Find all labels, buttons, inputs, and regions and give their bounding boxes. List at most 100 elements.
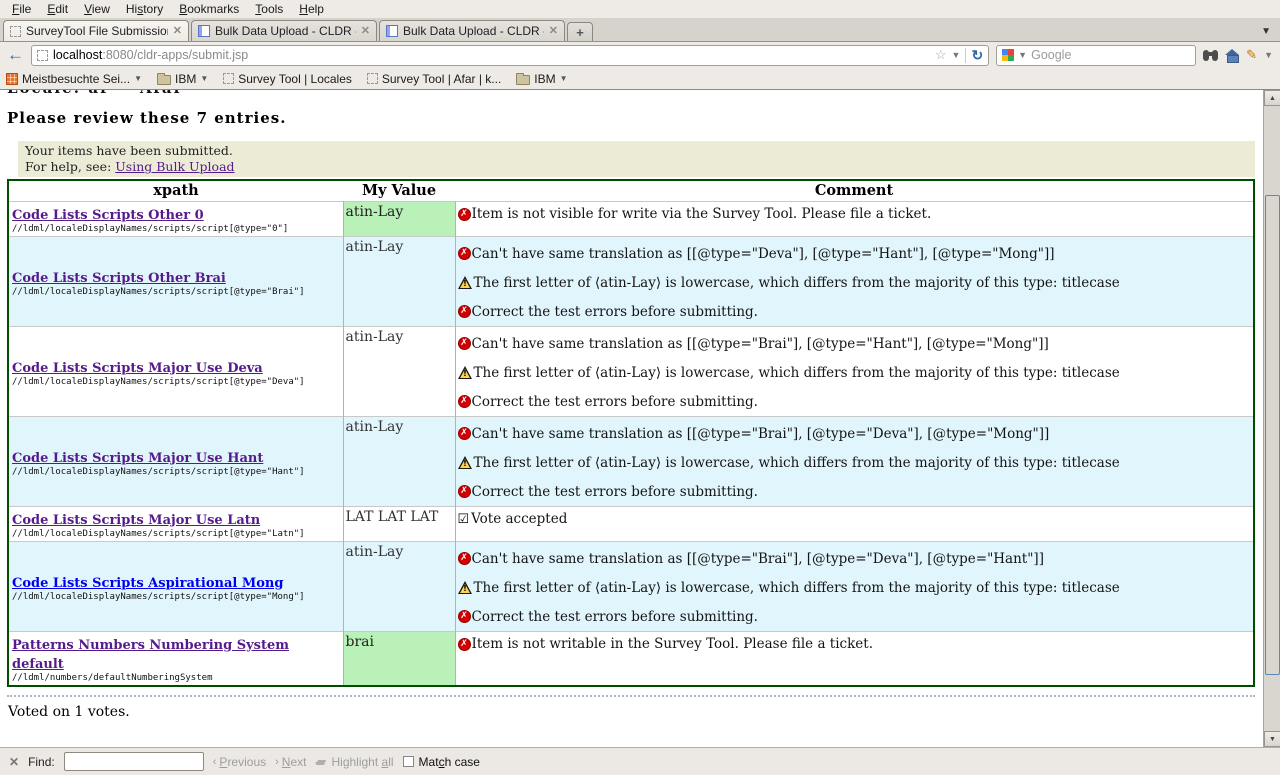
bookmark-item[interactable]: Survey Tool | Locales — [223, 72, 352, 86]
xpath-link[interactable]: Code Lists Scripts Major Use Hant — [12, 451, 263, 466]
bookmark-item[interactable]: IBM▼ — [516, 72, 567, 86]
back-icon[interactable]: ← — [7, 46, 24, 64]
tab-3[interactable]: Bulk Data Upload - CLDR - Un... ✕ — [379, 20, 565, 41]
xpath-cell: Code Lists Scripts Major Use Hant//ldml/… — [8, 417, 343, 507]
find-previous-button[interactable]: ‹Previous — [213, 755, 266, 769]
menu-tools[interactable]: Tools — [247, 1, 291, 17]
xpath-link[interactable]: Code Lists Scripts Aspirational Mong — [12, 576, 283, 591]
tab-2[interactable]: Bulk Data Upload - CLDR - Un... ✕ — [191, 20, 377, 41]
vertical-scrollbar[interactable]: ▲ ▼ — [1263, 90, 1280, 747]
value-cell: atin-Lay — [343, 417, 455, 507]
xpath-path: //ldml/localeDisplayNames/scripts/script… — [12, 287, 340, 297]
match-case-checkbox[interactable] — [403, 756, 414, 767]
xpath-cell: Code Lists Scripts Other 0//ldml/localeD… — [8, 202, 343, 237]
url-bar[interactable]: localhost:8080/cldr-apps/submit.jsp ☆ ▼ … — [31, 45, 989, 66]
url-domain: localhost — [53, 48, 102, 62]
comment-line: ✗Correct the test errors before submitti… — [458, 477, 1254, 506]
new-tab-button[interactable]: + — [567, 22, 593, 41]
label: Highlight all — [331, 755, 393, 769]
scrollbar-thumb[interactable] — [1265, 195, 1280, 675]
page-body: Locale: af — Afar Please review these 7 … — [0, 90, 1263, 720]
xpath-link[interactable]: Code Lists Scripts Major Use Deva — [12, 361, 263, 376]
comment-line: !The first letter of ⟨atin-Lay⟩ is lower… — [458, 358, 1254, 387]
bookmark-star-icon[interactable]: ☆ — [935, 47, 947, 63]
comment-line: ✗Can't have same translation as [[@type=… — [458, 329, 1254, 358]
tab-overflow-chevron-icon[interactable]: ▼ — [1261, 26, 1277, 41]
bookmark-item[interactable]: Meistbesuchte Sei...▼ — [6, 72, 142, 86]
comment-line: ☑Vote accepted — [458, 507, 1254, 531]
using-bulk-upload-link[interactable]: Using Bulk Upload — [115, 159, 234, 174]
url-path: :8080/cldr-apps/submit.jsp — [102, 48, 248, 62]
bookmark-label: IBM — [175, 72, 196, 86]
comment-text: The first letter of ⟨atin-Lay⟩ is lowerc… — [474, 455, 1120, 471]
error-icon: ✗ — [458, 305, 471, 318]
tab-1[interactable]: SurveyTool File Submission | ...✕ — [3, 20, 189, 41]
label: Next — [282, 755, 307, 769]
highlight-all-button[interactable]: Highlight all — [315, 755, 393, 769]
value-cell: atin-Lay — [343, 237, 455, 327]
value-cell: atin-Lay — [343, 202, 455, 237]
table-header-row: xpath My Value Comment — [8, 180, 1254, 202]
tab-strip: SurveyTool File Submission | ...✕Bulk Da… — [0, 18, 1280, 42]
bookmark-label: Survey Tool | Afar | k... — [382, 72, 501, 86]
home-icon[interactable] — [1225, 49, 1239, 62]
scrollbar-down-icon[interactable]: ▼ — [1264, 731, 1280, 747]
xpath-cell: Code Lists Scripts Major Use Deva//ldml/… — [8, 327, 343, 417]
chevron-down-icon: ▼ — [560, 74, 568, 83]
xpath-cell: Patterns Numbers Numbering System defaul… — [8, 632, 343, 687]
match-case-option[interactable]: Match case — [403, 755, 480, 769]
tab-title: Bulk Data Upload - CLDR - Un... — [403, 24, 544, 38]
search-engine-dropdown-icon[interactable]: ▼ — [1018, 50, 1027, 60]
checkbox-checked-icon: ☑ — [458, 513, 470, 526]
warning-exclamation: ! — [458, 369, 473, 378]
comment-text: Correct the test errors before submittin… — [472, 484, 758, 500]
table-row: Code Lists Scripts Major Use Hant//ldml/… — [8, 417, 1254, 507]
plus-icon: + — [576, 25, 584, 40]
xpath-path: //ldml/localeDisplayNames/scripts/script… — [12, 529, 340, 539]
menu-edit[interactable]: Edit — [39, 1, 76, 17]
document-favicon-icon — [386, 25, 398, 37]
menu-help[interactable]: Help — [291, 1, 332, 17]
find-input[interactable] — [64, 752, 204, 771]
find-next-button[interactable]: ›Next — [275, 755, 306, 769]
url-dropdown-icon[interactable]: ▼ — [952, 50, 961, 60]
toolbar-overflow-chevron-icon[interactable]: ▼ — [1264, 50, 1273, 60]
scrollbar-up-icon[interactable]: ▲ — [1264, 90, 1280, 106]
comment-text: Correct the test errors before submittin… — [472, 609, 758, 625]
bookmark-item[interactable]: IBM▼ — [157, 72, 208, 86]
comment-line: ✗Can't have same translation as [[@type=… — [458, 544, 1254, 573]
label: Previous — [219, 755, 266, 769]
comment-line: ✗Item is not writable in the Survey Tool… — [458, 632, 1254, 656]
bookmarks-toolbar: Meistbesuchte Sei...▼IBM▼Survey Tool | L… — [0, 68, 1280, 90]
feather-icon[interactable]: ✎ — [1246, 47, 1257, 63]
close-icon[interactable]: ✕ — [361, 26, 370, 37]
xpath-link[interactable]: Code Lists Scripts Other Brai — [12, 271, 226, 286]
close-icon[interactable]: ✕ — [173, 26, 182, 37]
binoculars-icon[interactable] — [1203, 50, 1218, 61]
warning-icon: ! — [458, 581, 473, 594]
document-favicon-icon — [198, 25, 210, 37]
menu-history[interactable]: History — [118, 1, 171, 17]
find-close-icon[interactable]: ✕ — [9, 755, 19, 769]
notice-line1: Your items have been submitted. — [25, 143, 1248, 159]
menu-view[interactable]: View — [76, 1, 118, 17]
xpath-link[interactable]: Code Lists Scripts Other 0 — [12, 208, 204, 223]
search-input[interactable] — [1031, 48, 1190, 62]
divider — [965, 48, 966, 63]
tab-title: Bulk Data Upload - CLDR - Un... — [215, 24, 356, 38]
header-comment: Comment — [455, 180, 1254, 202]
comment-line: !The first letter of ⟨atin-Lay⟩ is lower… — [458, 573, 1254, 602]
search-bar[interactable]: ▼ — [996, 45, 1196, 66]
menu-bookmarks[interactable]: Bookmarks — [171, 1, 247, 17]
navigation-toolbar: ← localhost:8080/cldr-apps/submit.jsp ☆ … — [0, 42, 1280, 68]
menu-file[interactable]: File — [4, 1, 39, 17]
error-icon: ✗ — [458, 247, 471, 260]
find-label: Find: — [28, 755, 55, 769]
xpath-link[interactable]: Patterns Numbers Numbering System defaul… — [12, 638, 289, 672]
comment-text: Can't have same translation as [[@type="… — [472, 246, 1055, 262]
reload-icon[interactable]: ↻ — [971, 47, 983, 64]
bookmark-item[interactable]: Survey Tool | Afar | k... — [367, 72, 501, 86]
close-icon[interactable]: ✕ — [549, 26, 558, 37]
xpath-link[interactable]: Code Lists Scripts Major Use Latn — [12, 513, 260, 528]
value-cell: LAT LAT LAT — [343, 507, 455, 542]
